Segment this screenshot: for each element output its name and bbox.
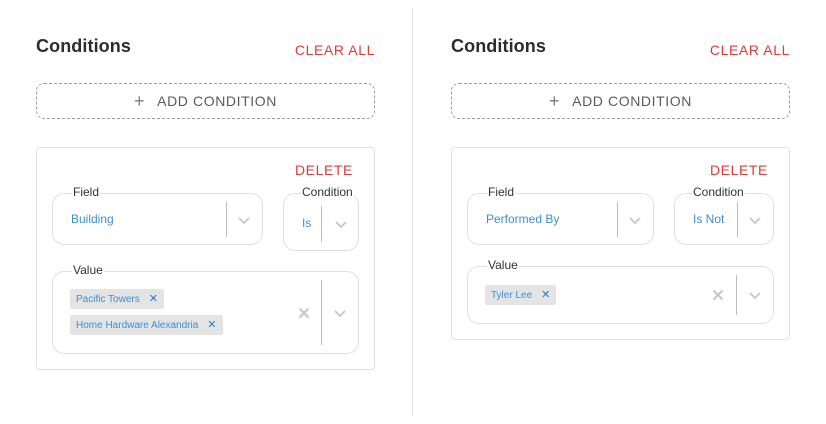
condition-operator-select[interactable]: Condition Is bbox=[283, 185, 359, 251]
chip-label: Home Hardware Alexandria bbox=[76, 319, 199, 331]
chevron-down-icon[interactable] bbox=[334, 219, 348, 229]
chip-label: Pacific Towers bbox=[76, 293, 140, 305]
select-separator bbox=[617, 202, 618, 237]
plus-icon: + bbox=[134, 91, 146, 111]
field-select[interactable]: Field Performed By bbox=[467, 185, 654, 245]
close-icon[interactable] bbox=[298, 307, 310, 319]
clear-all-button[interactable]: CLEAR ALL bbox=[710, 42, 790, 58]
field-select[interactable]: Field Building bbox=[52, 185, 263, 245]
close-icon[interactable]: ✕ bbox=[541, 289, 550, 301]
chevron-down-icon[interactable] bbox=[748, 290, 762, 300]
chevron-down-icon[interactable] bbox=[333, 308, 347, 318]
value-chip: Tyler Lee ✕ bbox=[485, 285, 557, 305]
value-multiselect[interactable]: Value Tyler Lee ✕ bbox=[467, 258, 774, 324]
condition-operator-value: Is bbox=[302, 216, 312, 230]
delete-condition-button[interactable]: DELETE bbox=[295, 162, 353, 178]
value-chip: Home Hardware Alexandria ✕ bbox=[70, 315, 223, 335]
delete-condition-button[interactable]: DELETE bbox=[710, 162, 768, 178]
chevron-down-icon[interactable] bbox=[628, 215, 642, 225]
select-separator bbox=[226, 202, 227, 237]
condition-label: Condition bbox=[301, 185, 354, 199]
add-condition-label: ADD CONDITION bbox=[157, 93, 277, 109]
chevron-down-icon[interactable] bbox=[748, 215, 762, 225]
close-icon[interactable]: ✕ bbox=[149, 293, 158, 305]
condition-operator-value: Is Not bbox=[693, 212, 725, 226]
chevron-down-icon[interactable] bbox=[237, 215, 251, 225]
condition-operator-select[interactable]: Condition Is Not bbox=[674, 185, 774, 245]
value-chip: Pacific Towers ✕ bbox=[70, 289, 164, 309]
conditions-panel-right: Conditions CLEAR ALL + ADD CONDITION DEL… bbox=[451, 0, 805, 424]
condition-card: DELETE Field Performed By Condition Is N… bbox=[451, 147, 790, 340]
value-label: Value bbox=[487, 258, 519, 272]
clear-all-button[interactable]: CLEAR ALL bbox=[295, 42, 375, 58]
select-separator bbox=[736, 275, 737, 315]
condition-label: Condition bbox=[692, 185, 745, 199]
select-separator bbox=[321, 206, 322, 242]
add-condition-label: ADD CONDITION bbox=[572, 93, 692, 109]
select-separator bbox=[737, 202, 738, 237]
close-icon[interactable]: ✕ bbox=[207, 319, 216, 331]
field-label: Field bbox=[487, 185, 516, 199]
conditions-panel-left: Conditions CLEAR ALL + ADD CONDITION DEL… bbox=[36, 0, 390, 424]
add-condition-button[interactable]: + ADD CONDITION bbox=[451, 83, 790, 119]
add-condition-button[interactable]: + ADD CONDITION bbox=[36, 83, 375, 119]
panel-title: Conditions bbox=[451, 36, 546, 56]
close-icon[interactable] bbox=[712, 289, 724, 301]
condition-card: DELETE Field Building Condition Is Value… bbox=[36, 147, 375, 370]
field-value: Building bbox=[71, 212, 114, 226]
value-multiselect[interactable]: Value Pacific Towers ✕ Home Hardware Ale… bbox=[52, 263, 359, 354]
panel-divider bbox=[412, 8, 413, 416]
select-separator bbox=[321, 280, 322, 345]
chip-label: Tyler Lee bbox=[491, 289, 533, 301]
conditions-screen: Conditions CLEAR ALL + ADD CONDITION DEL… bbox=[0, 0, 826, 424]
panel-title: Conditions bbox=[36, 36, 131, 56]
field-value: Performed By bbox=[486, 212, 560, 226]
plus-icon: + bbox=[549, 91, 561, 111]
field-label: Field bbox=[72, 185, 101, 199]
value-label: Value bbox=[72, 263, 104, 277]
